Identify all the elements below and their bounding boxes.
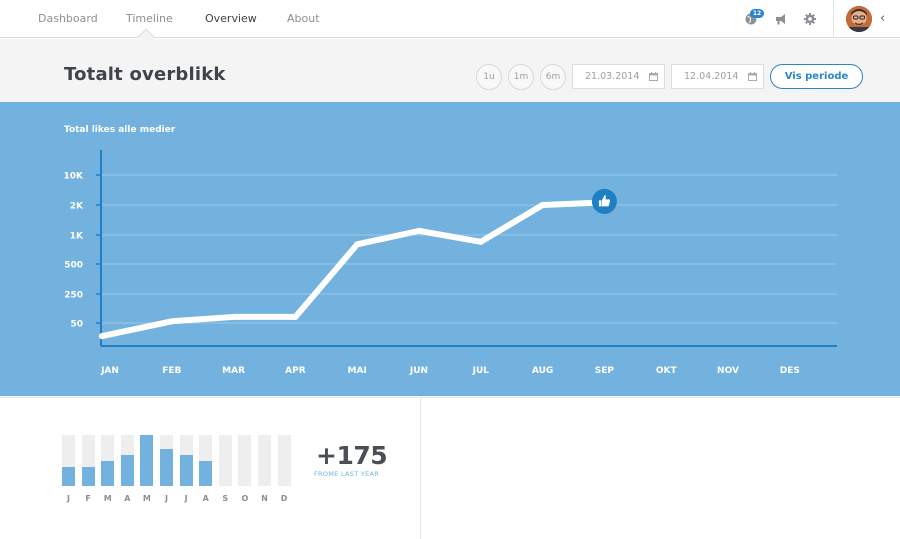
chevron-left-icon[interactable]: ‹ xyxy=(880,11,892,27)
x-tick-label: NOV xyxy=(717,366,739,376)
data-point xyxy=(99,333,105,340)
data-point xyxy=(354,241,361,248)
page-header: Totalt overblikk 1u 1m 6m 21.03.2014 12.… xyxy=(0,39,900,102)
data-point xyxy=(230,313,237,320)
month-bar xyxy=(179,435,193,486)
data-point xyxy=(292,313,299,320)
data-point xyxy=(168,318,175,325)
y-tick-label: 500 xyxy=(64,261,83,271)
chart-series xyxy=(99,199,608,340)
nav-divider xyxy=(833,0,834,38)
x-tick-label: JUN xyxy=(409,366,428,376)
month-label: J xyxy=(67,494,70,503)
chart-grid xyxy=(101,174,837,324)
data-point xyxy=(416,227,422,234)
avatar[interactable] xyxy=(846,6,872,32)
month-bar-fill xyxy=(160,449,173,486)
month-label: F xyxy=(85,494,91,503)
month-bar xyxy=(140,435,154,486)
gear-icon[interactable] xyxy=(802,11,818,27)
month-label: O xyxy=(241,494,249,503)
date-to-field[interactable]: 12.04.2014 xyxy=(671,64,764,89)
series-line xyxy=(99,199,608,340)
month-bar-fill xyxy=(120,455,134,486)
y-tick-label: 1K xyxy=(70,232,84,242)
month-bar-fill xyxy=(62,467,75,486)
thumbs-up-icon[interactable] xyxy=(591,188,617,214)
month-bar-fill xyxy=(81,467,95,486)
month-bar-fill xyxy=(179,455,193,486)
chart-panel: Total likes alle medier 10K 2K 1K 500 250 50 J… xyxy=(0,102,900,396)
y-tick-label: 50 xyxy=(70,320,83,330)
tab-dashboard[interactable]: Dashboard xyxy=(38,12,98,25)
tab-about[interactable]: About xyxy=(287,12,320,25)
month-label: A xyxy=(202,494,209,503)
tab-overview[interactable]: Overview xyxy=(205,12,257,25)
likes-line-chart: Total likes alle medier 10K 2K 1K 500 250 50 J… xyxy=(64,125,837,376)
range-1m-button[interactable]: 1m xyxy=(508,64,534,90)
y-tick-label: 10K xyxy=(64,172,85,182)
month-bar xyxy=(218,435,232,486)
calendar-icon xyxy=(649,72,658,81)
month-label: J xyxy=(165,494,168,503)
data-point xyxy=(539,202,546,208)
y-tick-label: 2K xyxy=(70,202,84,212)
date-to-value: 12.04.2014 xyxy=(684,71,739,82)
chart-end-marker[interactable] xyxy=(591,188,617,214)
x-tick-label: OKT xyxy=(656,366,678,376)
x-tick-label: FEB xyxy=(162,366,181,376)
month-label: J xyxy=(184,494,188,503)
month-label: M xyxy=(142,494,151,503)
x-tick-label: MAR xyxy=(222,366,245,376)
data-point xyxy=(477,238,484,245)
month-bar xyxy=(101,435,115,486)
top-nav: Dashboard Timeline Overview About 12 ‹ xyxy=(0,0,900,38)
x-tick-label: JAN xyxy=(100,366,119,376)
tab-timeline[interactable]: Timeline xyxy=(126,12,173,25)
month-bar xyxy=(238,435,252,486)
megaphone-icon[interactable] xyxy=(773,11,789,27)
x-tick-label: JUL xyxy=(472,366,490,376)
x-tick-label: DES xyxy=(780,366,800,376)
month-label: N xyxy=(261,494,268,503)
monthly-summary-panel: J F M A M J J A S O N D +175 FROME LAST YEAR xyxy=(0,397,419,539)
page-title: Totalt overblikk xyxy=(64,64,226,85)
month-bar xyxy=(120,435,134,486)
x-tick-label: MAI xyxy=(348,366,367,376)
month-bar xyxy=(81,435,95,486)
monthly-bar-chart: JFMAMJJASOND xyxy=(0,398,300,539)
month-label: S xyxy=(222,494,229,503)
month-bar-fill xyxy=(140,435,154,486)
range-1u-button[interactable]: 1u xyxy=(476,64,502,90)
y-tick-label: 250 xyxy=(64,291,83,301)
range-6m-button[interactable]: 6m xyxy=(540,64,566,90)
month-label: A xyxy=(124,494,131,503)
secondary-panel xyxy=(420,397,900,539)
month-bar xyxy=(258,435,271,486)
x-tick-label: AUG xyxy=(532,366,553,376)
year-over-year-caption: FROME LAST YEAR xyxy=(314,470,380,478)
month-bar xyxy=(199,435,213,486)
calendar-icon xyxy=(748,72,757,81)
notification-badge: 12 xyxy=(750,9,764,18)
month-label: D xyxy=(280,494,288,503)
x-tick-label: SEP xyxy=(595,366,615,376)
month-label: M xyxy=(103,494,112,503)
chart-axes: 10K 2K 1K 500 250 50 JAN FEB MAR APR MAI JUN JUL AUG S… xyxy=(64,150,837,376)
date-from-field[interactable]: 21.03.2014 xyxy=(572,64,665,89)
x-tick-label: APR xyxy=(285,366,306,376)
month-bar-fill xyxy=(199,461,213,486)
month-bar xyxy=(62,435,75,486)
year-over-year-value: +175 xyxy=(316,441,388,470)
vis-periode-button[interactable]: Vis periode xyxy=(770,64,863,89)
month-bar-fill xyxy=(101,461,115,486)
month-bar xyxy=(160,435,173,486)
date-from-value: 21.03.2014 xyxy=(585,71,640,82)
chart-title: Total likes alle medier xyxy=(64,125,176,135)
month-bar xyxy=(277,435,291,486)
